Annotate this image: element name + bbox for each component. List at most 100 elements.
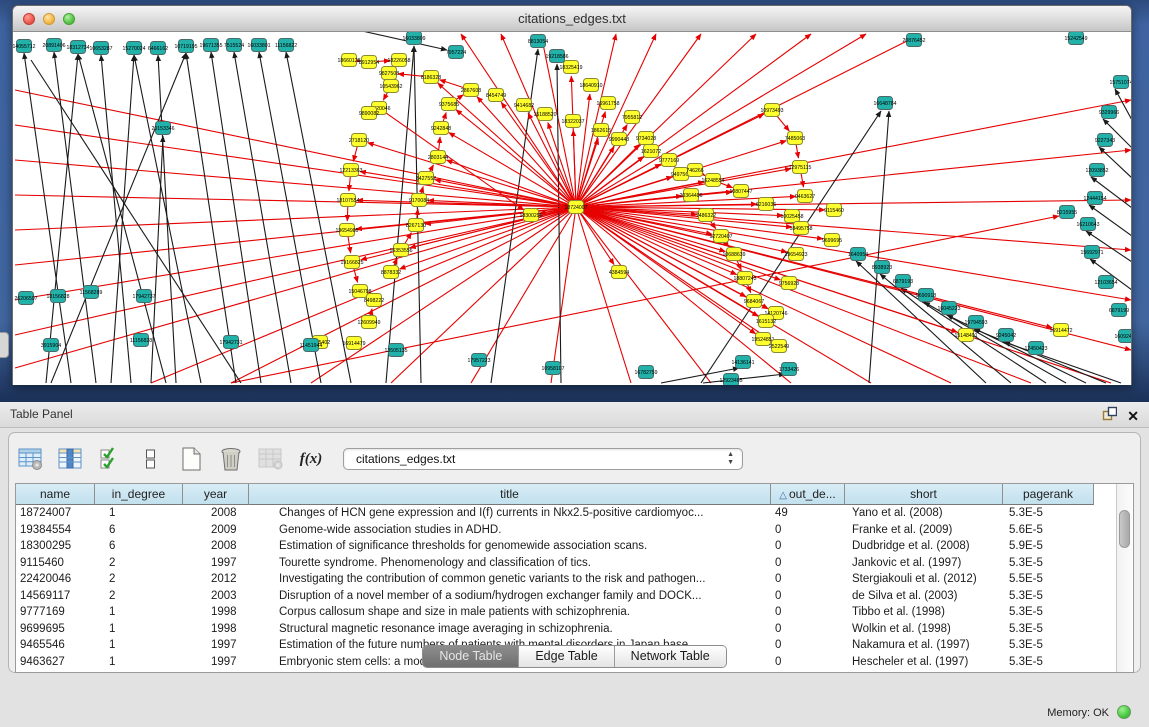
table-cell: 1 — [95, 604, 183, 621]
graph-edge — [1004, 342, 1121, 383]
network-window[interactable]: citations_edges.txt 18724007183002951866… — [12, 5, 1132, 385]
table-cell: 6 — [95, 538, 183, 555]
graph-node-label: 18660128 — [337, 58, 360, 64]
graph-edge — [582, 211, 756, 334]
graph-node-label: 20876452 — [902, 38, 925, 44]
graph-edge — [101, 55, 131, 383]
graph-node-label: 6216036 — [756, 202, 776, 208]
table-cell: Genome-wide association studies in ADHD. — [249, 522, 771, 539]
column-header-in_degree[interactable]: in_degree — [95, 484, 183, 505]
graph-edge — [15, 160, 576, 207]
graph-edge — [383, 92, 387, 100]
network-window-titlebar[interactable]: citations_edges.txt — [13, 6, 1131, 32]
graph-edge — [349, 177, 350, 191]
graph-edge — [158, 55, 176, 383]
rows-icon[interactable] — [137, 445, 165, 473]
graph-node-label: 2718120 — [349, 138, 369, 144]
column-header-short[interactable]: short — [845, 484, 1003, 505]
graph-edge — [583, 209, 1052, 328]
table-cell: Investigating the contribution of common… — [249, 571, 771, 588]
network-canvas[interactable]: 1872400718300295186601288912954182260589… — [13, 32, 1131, 385]
citation-network-graph[interactable]: 1872400718300295186601288912954182260589… — [13, 32, 1131, 385]
column-header-name[interactable]: name — [16, 484, 95, 505]
close-panel-icon[interactable]: ✕ — [1127, 408, 1139, 424]
graph-node-label: 2522549 — [769, 344, 789, 350]
table-cell: Franke et al. (2009) — [845, 522, 1003, 539]
row-select-icon[interactable] — [97, 445, 125, 473]
table-cell: 5.3E-5 — [1003, 505, 1094, 522]
graph-node-label: 8267130 — [406, 223, 426, 229]
graph-node-label: 7515524 — [224, 43, 244, 49]
table-cell: 1 — [95, 621, 183, 638]
table-panel-title: Table Panel — [10, 407, 73, 421]
table-row[interactable]: 969969511998Structural magnetic resonanc… — [16, 621, 1094, 638]
table-row[interactable]: 1830029562008Estimation of significance … — [16, 538, 1094, 555]
table-cell: 9777169 — [16, 604, 95, 621]
table-cell: 5.3E-5 — [1003, 555, 1094, 572]
graph-node-label: 15188520 — [533, 112, 556, 118]
tab-edge-table[interactable]: Edge Table — [519, 646, 614, 667]
import-table-disabled-icon — [257, 445, 285, 473]
tab-network-table[interactable]: Network Table — [615, 646, 726, 667]
graph-node-label: 9756928 — [779, 281, 799, 287]
graph-node-label: 15692971 — [1080, 250, 1103, 256]
column-header-pagerank[interactable]: pagerank — [1003, 484, 1094, 505]
column-header-title[interactable]: title — [249, 484, 771, 505]
table-row[interactable]: 1872400712008Changes of HCN gene express… — [16, 505, 1094, 522]
table-cell: 5.6E-5 — [1003, 522, 1094, 539]
table-row[interactable]: 1456911722003Disruption of a novel membe… — [16, 588, 1094, 605]
table-row[interactable]: 977716911998Corpus callosum shape and si… — [16, 604, 1094, 621]
table-cell: Tourette syndrome. Phenomenology and cla… — [249, 555, 771, 572]
table-cell: 2008 — [183, 538, 249, 555]
graph-edge — [582, 211, 758, 317]
graph-node-label: 12444154 — [1083, 196, 1106, 202]
graph-node-label: 20364486 — [679, 193, 702, 199]
graph-node-label: 17957223 — [467, 358, 490, 364]
graph-node-label: 10688639 — [722, 252, 745, 258]
graph-node-label: 6466162 — [148, 46, 168, 52]
column-visibility-icon[interactable] — [57, 445, 85, 473]
network-select-dropdown[interactable]: citations_edges.txt ▲▼ — [343, 448, 743, 470]
table-settings-icon[interactable] — [17, 445, 45, 473]
table-cell: 2 — [95, 588, 183, 605]
float-panel-icon[interactable] — [1102, 406, 1117, 426]
graph-node-label: 12213363 — [339, 168, 362, 174]
tab-node-table[interactable]: Node Table — [423, 646, 519, 667]
graph-node-label: 11156828 — [130, 338, 152, 344]
sort-ascending-icon: △ — [779, 490, 787, 501]
column-header-year[interactable]: year — [183, 484, 249, 505]
graph-edge — [286, 52, 351, 383]
graph-node-label: 16248554 — [701, 178, 724, 184]
graph-node-label: 12103654 — [1094, 280, 1117, 286]
table-cell: 2009 — [183, 522, 249, 539]
table-row[interactable]: 911546021997Tourette syndrome. Phenomeno… — [16, 555, 1094, 572]
graph-node-label: 9463627 — [795, 194, 815, 200]
graph-node-label: 9890082 — [359, 111, 379, 117]
graph-edge — [576, 207, 631, 383]
graph-edge — [551, 207, 576, 383]
graph-node-label: 9242848 — [431, 126, 451, 132]
table-panel: Table Panel ✕ — [0, 402, 1149, 700]
table-cell: 2 — [95, 555, 183, 572]
graph-node-label: 19794593 — [964, 320, 987, 326]
graph-node-label: 10543962 — [379, 84, 402, 90]
table-cell: 2003 — [183, 588, 249, 605]
delete-icon[interactable] — [217, 445, 245, 473]
table-cell: 1 — [95, 505, 183, 522]
table-cell: Wolkin et al. (1998) — [845, 621, 1003, 638]
scrollbar-thumb[interactable] — [1119, 510, 1130, 548]
column-header-out_de[interactable]: △out_de... — [771, 484, 845, 505]
table-row[interactable]: 1938455462009Genome-wide association stu… — [16, 522, 1094, 539]
function-builder-icon[interactable]: f(x) — [297, 445, 325, 473]
memory-status-indicator[interactable] — [1117, 705, 1131, 719]
graph-node-label: 16033809 — [402, 36, 425, 42]
graph-node-label: 12720407 — [709, 234, 732, 240]
graph-node-label: 20153346 — [151, 126, 174, 132]
collapsed-panel-handle[interactable] — [0, 332, 9, 358]
graph-node-label: 7486322 — [696, 213, 716, 219]
table-row[interactable]: 2242004622012Investigating the contribut… — [16, 571, 1094, 588]
table-scrollbar[interactable] — [1116, 484, 1132, 672]
graph-node-label: 20891406 — [42, 43, 65, 49]
graph-node-label: 10653287 — [89, 46, 112, 52]
new-document-icon[interactable] — [177, 445, 205, 473]
